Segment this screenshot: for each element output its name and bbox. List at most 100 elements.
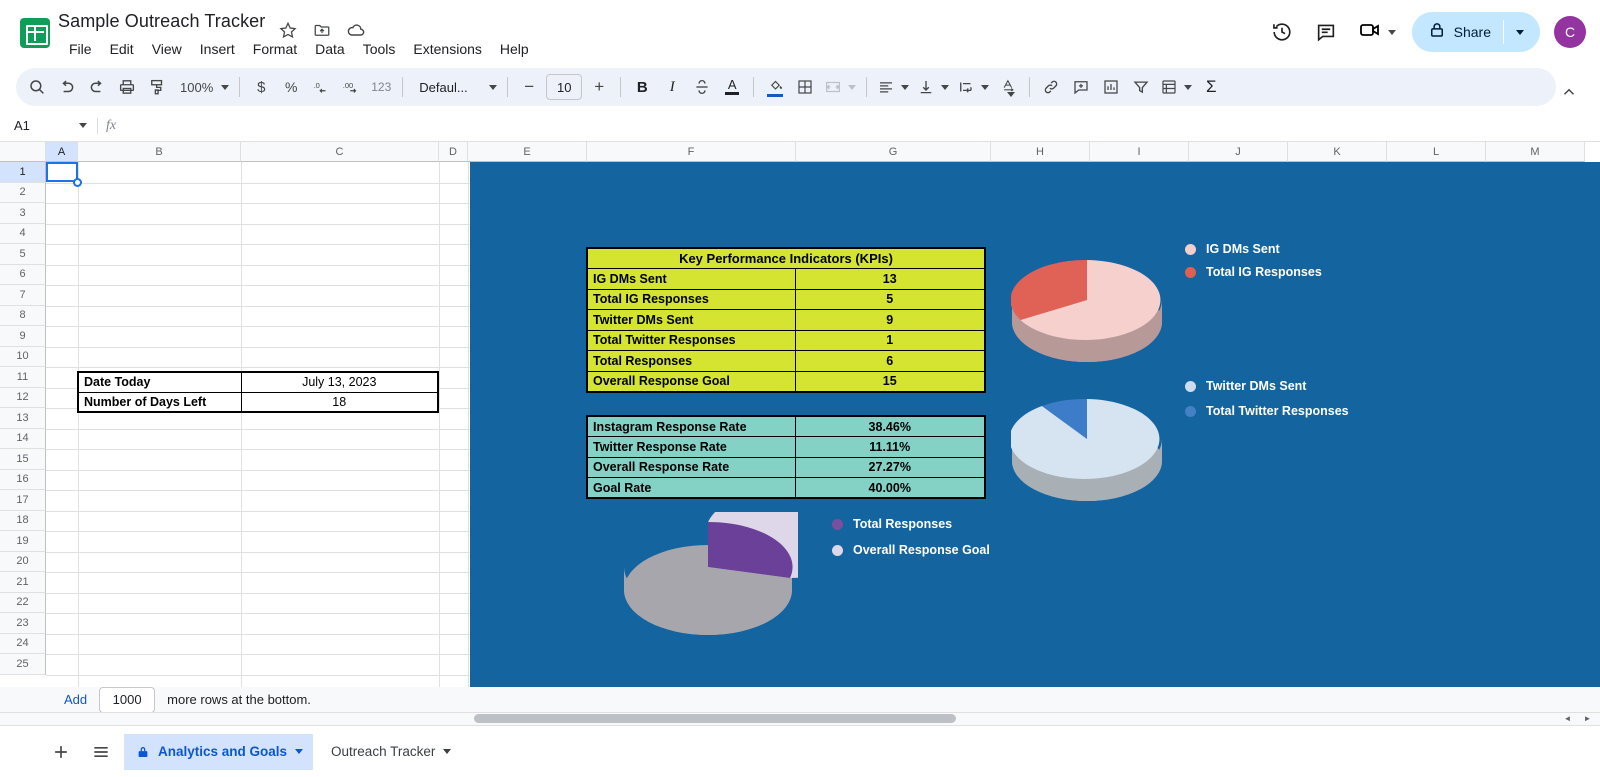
zoom-selector[interactable]: 100% (172, 72, 233, 102)
insert-comment-icon[interactable] (1066, 72, 1096, 102)
move-to-folder-icon[interactable] (312, 20, 332, 40)
row-header-2[interactable]: 2 (0, 182, 46, 203)
chart-overall-pie[interactable] (623, 488, 874, 657)
row-header-15[interactable]: 15 (0, 449, 46, 470)
share-button[interactable]: Share (1411, 12, 1540, 52)
italic-button[interactable]: I (657, 72, 687, 102)
insert-link-icon[interactable] (1036, 72, 1066, 102)
column-header-b[interactable]: B (78, 142, 241, 162)
row-header-19[interactable]: 19 (0, 531, 46, 552)
table-row[interactable]: Overall Response Rate 27.27% (586, 456, 986, 478)
date-table[interactable]: Date Today July 13, 2023 Number of Days … (77, 371, 439, 413)
column-header-l[interactable]: L (1387, 142, 1486, 162)
chart-twitter-pie[interactable] (1009, 379, 1171, 509)
row-header-7[interactable]: 7 (0, 285, 46, 306)
avatar[interactable]: C (1554, 16, 1586, 48)
font-size-input[interactable] (546, 74, 583, 100)
sheet-tab-outreach-tracker[interactable]: Outreach Tracker (319, 734, 461, 770)
redo-icon[interactable] (82, 72, 112, 102)
increase-decimal-button[interactable]: .00 (336, 72, 366, 102)
sheet-tab-analytics-and-goals[interactable]: Analytics and Goals (124, 733, 314, 770)
name-box[interactable]: A1 (0, 110, 95, 142)
row-header-8[interactable]: 8 (0, 305, 46, 326)
menu-format[interactable]: Format (244, 38, 306, 60)
kpi-table[interactable]: Key Performance Indicators (KPIs) IG DMs… (586, 247, 986, 393)
column-header-m[interactable]: M (1486, 142, 1585, 162)
text-wrap-icon[interactable] (953, 72, 993, 102)
row-header-13[interactable]: 13 (0, 408, 46, 429)
comment-icon[interactable] (1306, 12, 1346, 52)
table-row[interactable]: Key Performance Indicators (KPIs) (586, 247, 986, 269)
table-row[interactable]: Goal Rate 40.00% (586, 477, 986, 499)
column-header-k[interactable]: K (1288, 142, 1387, 162)
row-header-4[interactable]: 4 (0, 223, 46, 244)
table-row[interactable]: Twitter Response Rate 11.11% (586, 436, 986, 458)
percent-format-button[interactable]: % (276, 72, 306, 102)
menu-edit[interactable]: Edit (101, 38, 143, 60)
menu-extensions[interactable]: Extensions (404, 38, 490, 60)
table-row[interactable]: Total Twitter Responses 1 (586, 329, 986, 351)
undo-icon[interactable] (52, 72, 82, 102)
version-history-icon[interactable] (1262, 12, 1302, 52)
add-sheet-icon[interactable] (44, 735, 78, 769)
table-row[interactable]: Instagram Response Rate 38.46% (586, 415, 986, 437)
create-filter-icon[interactable] (1126, 72, 1156, 102)
row-header-17[interactable]: 17 (0, 490, 46, 511)
legend-item[interactable]: Total Twitter Responses (1185, 404, 1349, 418)
table-row[interactable]: IG DMs Sent 13 (586, 268, 986, 290)
legend-item[interactable]: Total Responses (832, 517, 990, 531)
currency-format-button[interactable]: $ (246, 72, 276, 102)
row-header-10[interactable]: 10 (0, 346, 46, 367)
formula-input[interactable] (126, 109, 1600, 142)
print-icon[interactable] (112, 72, 142, 102)
menu-insert[interactable]: Insert (191, 38, 244, 60)
menu-tools[interactable]: Tools (354, 38, 405, 60)
horizontal-scrollbar-thumb[interactable] (474, 714, 956, 723)
bold-button[interactable]: B (627, 72, 657, 102)
column-header-h[interactable]: H (991, 142, 1090, 162)
chart-instagram-pie[interactable] (1010, 240, 1171, 370)
text-color-button[interactable]: A (717, 72, 747, 102)
row-header-14[interactable]: 14 (0, 428, 46, 449)
row-header-21[interactable]: 21 (0, 572, 46, 593)
row-header-18[interactable]: 18 (0, 510, 46, 531)
menu-view[interactable]: View (143, 38, 191, 60)
row-header-23[interactable]: 23 (0, 613, 46, 634)
row-header-22[interactable]: 22 (0, 592, 46, 613)
select-all-corner[interactable] (0, 142, 46, 162)
borders-icon[interactable] (790, 72, 820, 102)
row-header-5[interactable]: 5 (0, 244, 46, 265)
row-header-9[interactable]: 9 (0, 326, 46, 347)
menu-help[interactable]: Help (491, 38, 538, 60)
table-row[interactable]: Overall Response Goal 15 (586, 370, 986, 392)
meet-button[interactable] (1350, 12, 1400, 52)
add-rows-link[interactable]: Add (64, 692, 87, 707)
table-row[interactable]: Date Today July 13, 2023 (77, 371, 439, 393)
horizontal-align-icon[interactable] (873, 72, 913, 102)
column-header-j[interactable]: J (1189, 142, 1288, 162)
column-header-c[interactable]: C (241, 142, 439, 162)
table-row[interactable]: Total Responses 6 (586, 350, 986, 372)
search-icon[interactable] (22, 72, 52, 102)
table-row[interactable]: Total IG Responses 5 (586, 288, 986, 310)
decrease-decimal-button[interactable]: .0 (306, 72, 336, 102)
chevron-down-icon[interactable] (295, 749, 304, 754)
row-header-11[interactable]: 11 (0, 367, 46, 388)
legend-item[interactable]: Total IG Responses (1185, 265, 1322, 279)
insert-chart-icon[interactable] (1096, 72, 1126, 102)
sum-button[interactable]: Σ (1196, 72, 1226, 102)
menu-data[interactable]: Data (306, 38, 354, 60)
fill-handle[interactable] (73, 178, 82, 187)
vertical-align-icon[interactable] (913, 72, 953, 102)
row-header-3[interactable]: 3 (0, 203, 46, 224)
scroll-right-arrow[interactable]: ► (1581, 712, 1594, 725)
decrease-font-size-button[interactable]: − (514, 72, 544, 102)
text-rotation-icon[interactable] (993, 72, 1023, 102)
row-header-24[interactable]: 24 (0, 633, 46, 654)
row-header-6[interactable]: 6 (0, 264, 46, 285)
cloud-saved-icon[interactable] (346, 20, 366, 40)
functions-icon[interactable] (1156, 72, 1196, 102)
strikethrough-icon[interactable] (687, 72, 717, 102)
star-icon[interactable] (278, 20, 298, 40)
legend-item[interactable]: Overall Response Goal (832, 543, 990, 557)
